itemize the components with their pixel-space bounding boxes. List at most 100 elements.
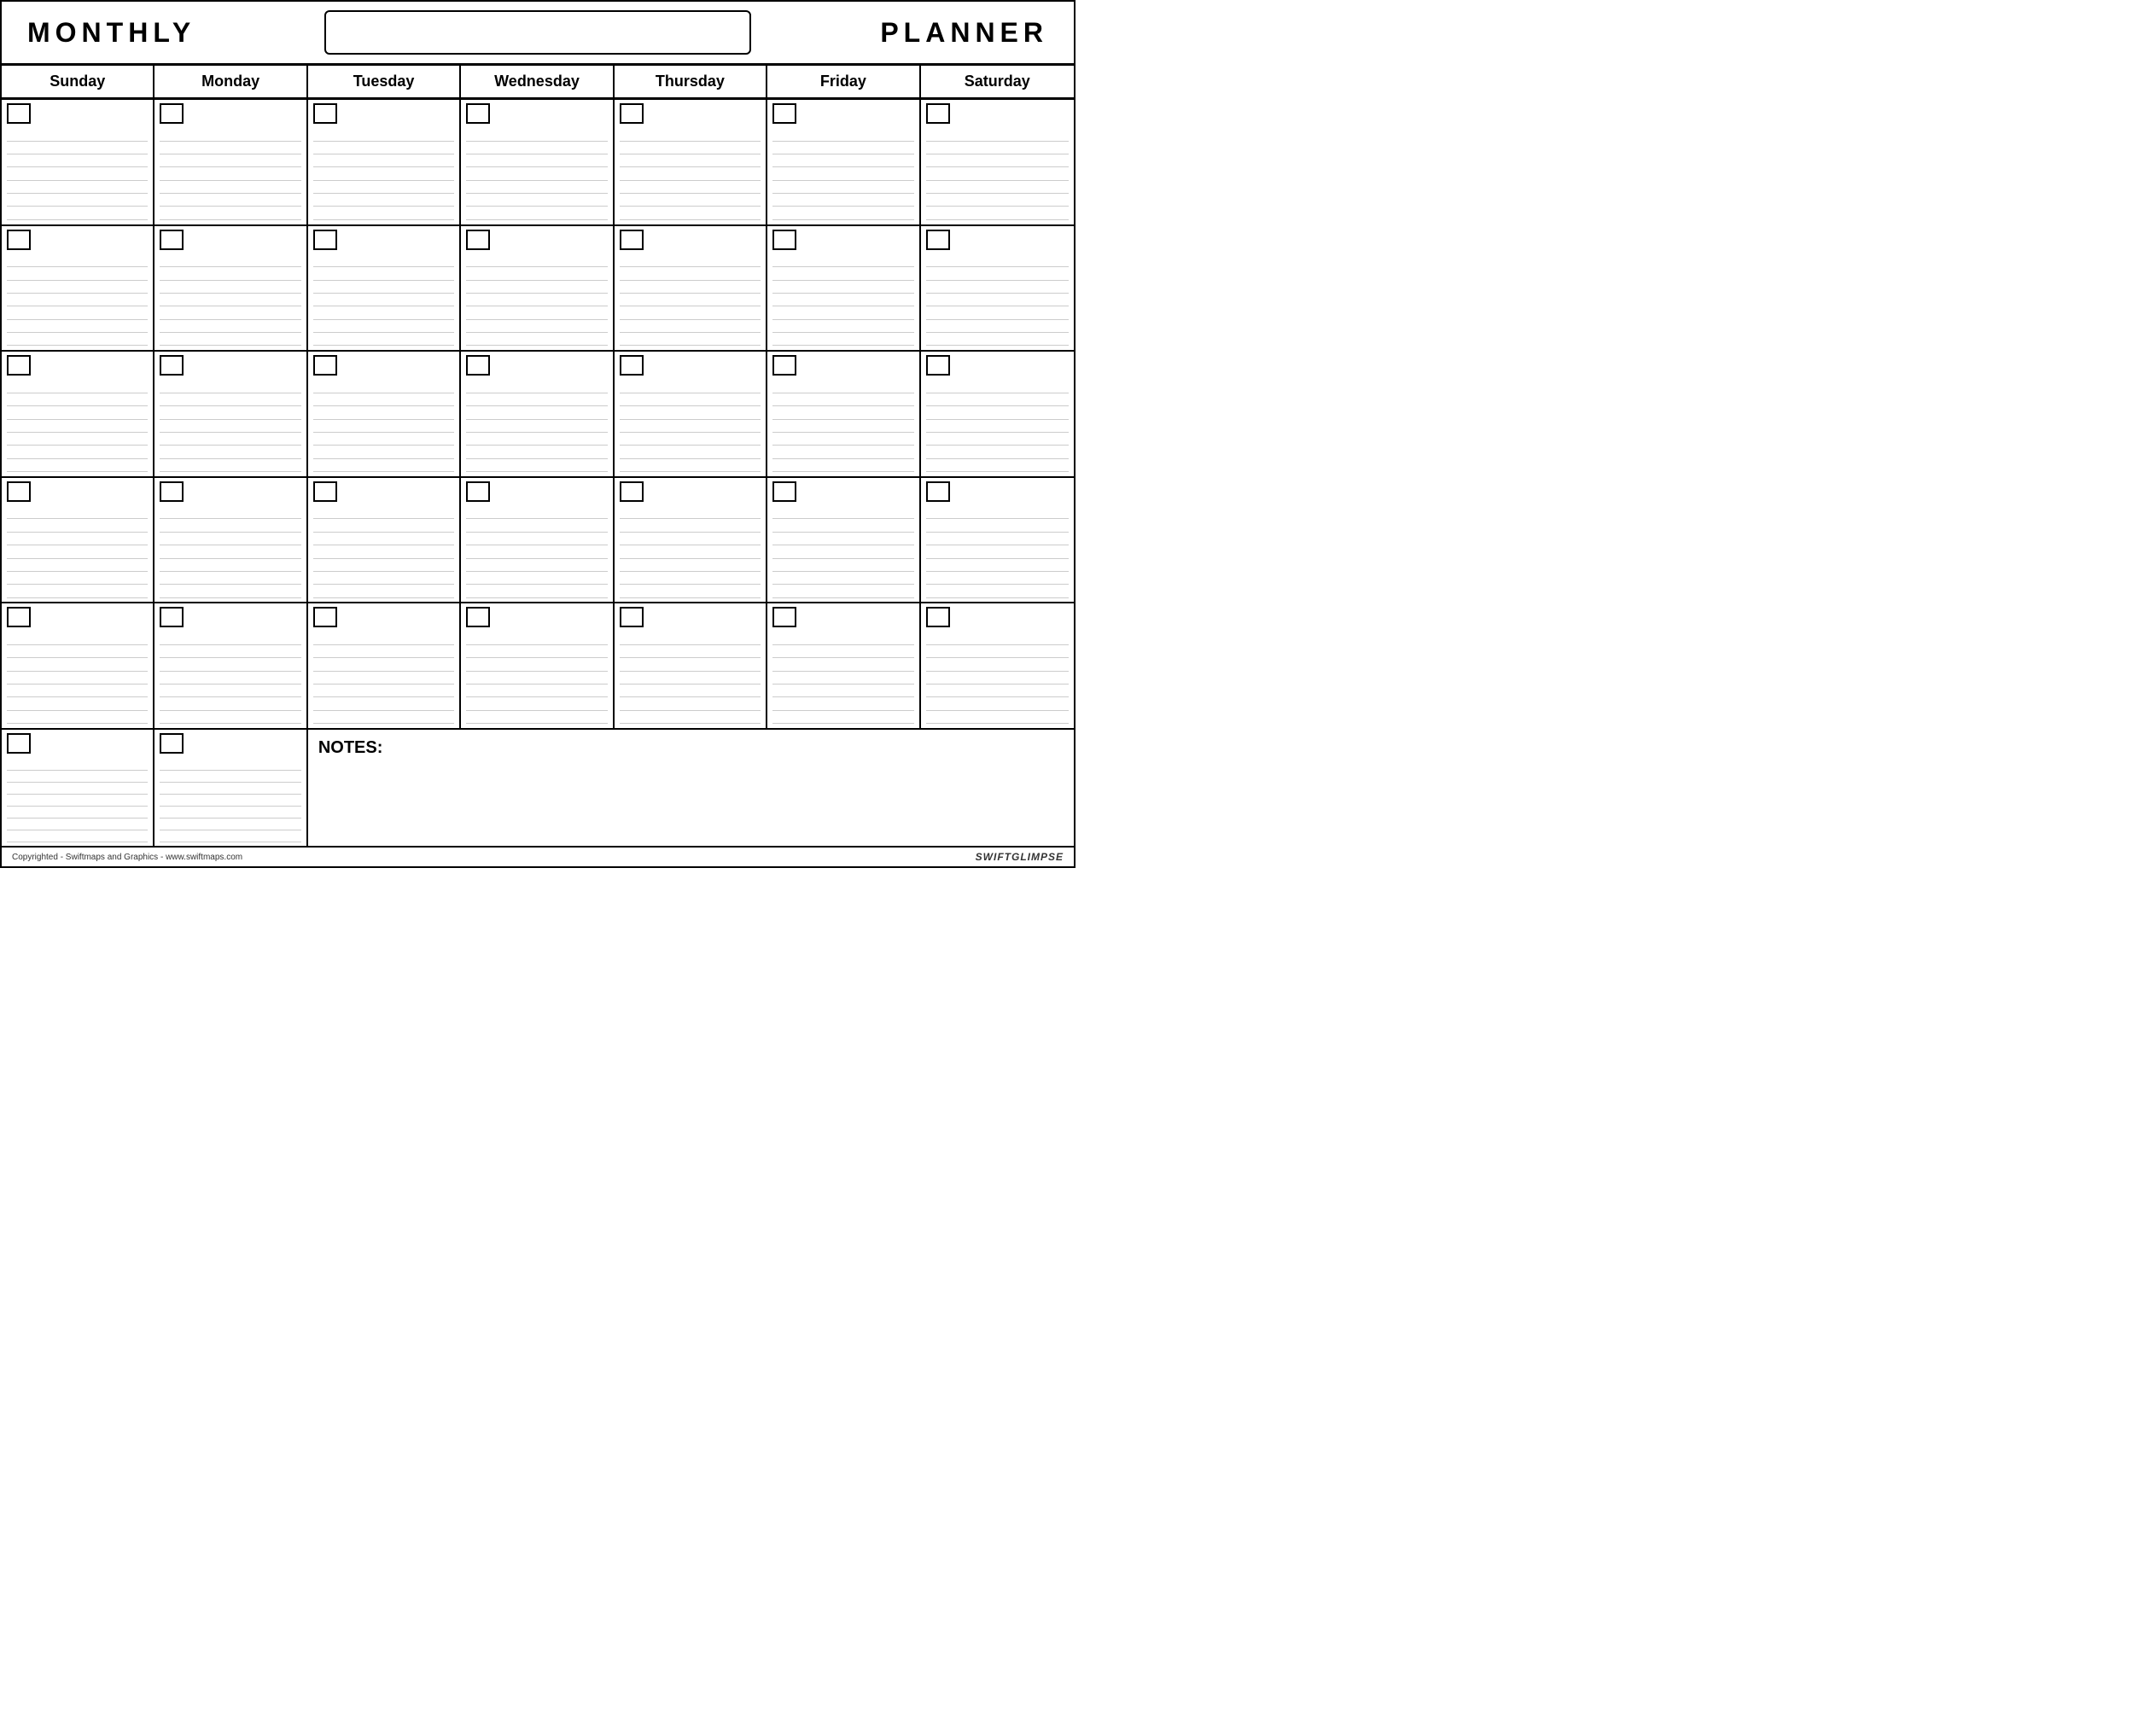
line [160,646,300,658]
notes-content-area[interactable]: NOTES: [308,730,1074,846]
cell-r3-wed[interactable] [461,352,614,476]
line [160,143,300,154]
line [772,294,913,306]
cell-lines [466,505,607,599]
line [772,421,913,433]
line [926,195,1069,207]
line [466,633,607,645]
cell-r4-sun[interactable] [2,478,154,603]
cell-r3-sun[interactable] [2,352,154,476]
day-header-wednesday: Wednesday [461,66,614,97]
line [926,308,1069,320]
cell-lines [620,505,761,599]
line [620,573,761,585]
cell-r1-mon[interactable] [154,100,307,224]
cell-r5-fri[interactable] [767,603,920,728]
cell-r2-tue[interactable] [308,226,461,351]
line [7,460,148,472]
line [7,712,148,724]
line [466,130,607,142]
cell-lines [926,631,1069,725]
title-input-box[interactable] [324,10,751,55]
line [313,421,454,433]
line [466,533,607,545]
line [313,660,454,672]
cell-r5-sun[interactable] [2,603,154,728]
cell-r2-wed[interactable] [461,226,614,351]
line [620,269,761,281]
cell-r2-sun[interactable] [2,226,154,351]
cell-r3-fri[interactable] [767,352,920,476]
cell-r4-tue[interactable] [308,478,461,603]
line [926,130,1069,142]
cell-r3-thu[interactable] [615,352,767,476]
notes-cell-mon[interactable] [154,730,307,846]
cell-lines [313,505,454,599]
line [466,321,607,333]
line [772,646,913,658]
line [160,830,300,842]
cell-r1-sun[interactable] [2,100,154,224]
line [772,208,913,220]
line [926,143,1069,154]
cell-r2-thu[interactable] [615,226,767,351]
date-box [772,230,796,250]
cell-r5-sat[interactable] [921,603,1074,728]
line [772,269,913,281]
cell-r4-sat[interactable] [921,478,1074,603]
date-box [7,733,31,754]
cell-r1-thu[interactable] [615,100,767,224]
cell-lines [7,757,148,842]
line [313,547,454,559]
date-box [620,607,644,627]
cell-r1-tue[interactable] [308,100,461,224]
line [466,255,607,267]
date-box [160,607,184,627]
cell-r1-wed[interactable] [461,100,614,224]
line [772,560,913,572]
line [772,573,913,585]
line [7,421,148,433]
line [313,685,454,697]
monthly-planner-page: MONTHLY PLANNER Sunday Monday Tuesday We… [0,0,1076,868]
line [7,434,148,446]
cell-r5-wed[interactable] [461,603,614,728]
cell-r4-fri[interactable] [767,478,920,603]
cell-r2-sat[interactable] [921,226,1074,351]
cell-r1-fri[interactable] [767,100,920,224]
cell-r2-fri[interactable] [767,226,920,351]
line [7,673,148,684]
line [160,321,300,333]
line [772,155,913,167]
cell-r1-sat[interactable] [921,100,1074,224]
cell-r4-mon[interactable] [154,478,307,603]
cell-r3-mon[interactable] [154,352,307,476]
cell-r4-wed[interactable] [461,478,614,603]
cell-r3-tue[interactable] [308,352,461,476]
brand-swift: SWIFT [976,851,1011,863]
line [313,521,454,533]
line [620,195,761,207]
calendar-row-4 [2,478,1074,604]
cell-r5-mon[interactable] [154,603,307,728]
date-box [926,355,950,376]
cell-lines [772,253,913,347]
cell-r4-thu[interactable] [615,478,767,603]
line [926,208,1069,220]
line [160,282,300,294]
notes-cell-sun[interactable] [2,730,154,846]
cell-r3-sat[interactable] [921,352,1074,476]
line [620,130,761,142]
line [313,460,454,472]
cell-lines [466,253,607,347]
cell-r5-tue[interactable] [308,603,461,728]
line [160,308,300,320]
line [466,685,607,697]
date-box [926,607,950,627]
cell-r5-thu[interactable] [615,603,767,728]
cell-r2-mon[interactable] [154,226,307,351]
calendar-row-3 [2,352,1074,478]
line [7,646,148,658]
line [772,712,913,724]
line [7,182,148,194]
